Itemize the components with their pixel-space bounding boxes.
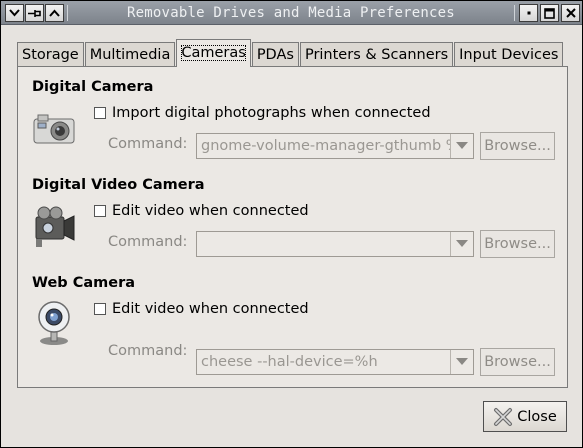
web-camera-command-label: Command: [108,343,188,359]
title-separator [514,5,515,21]
minimize-icon [527,11,530,15]
edit-video-label: Edit video when connected [112,203,309,219]
close-window-button[interactable] [561,4,580,22]
digital-camera-command-combo[interactable]: gnome-volume-manager-gthumb %h [196,133,474,159]
tab-input-devices[interactable]: Input Devices [454,42,564,67]
webcam-edit-video-label: Edit video when connected [112,301,309,317]
web-camera-heading: Web Camera [32,275,136,291]
video-camera-command-combo[interactable] [196,231,474,257]
video-camera-command-label: Command: [108,234,188,250]
maximize-button[interactable] [540,4,559,22]
close-button[interactable]: Close [483,401,567,432]
digital-camera-command-label: Command: [108,136,188,152]
import-photos-row[interactable]: Import digital photographs when connecte… [94,105,431,121]
video-camera-command-value[interactable] [197,232,450,256]
chevron-up-icon [49,9,60,17]
edit-video-checkbox[interactable] [94,205,106,217]
cameras-panel: Digital Camera Import digital photograph… [17,66,568,388]
pin-icon [28,9,41,17]
edit-video-row[interactable]: Edit video when connected [94,203,309,219]
window-title: Removable Drives and Media Preferences [127,5,455,21]
tab-storage[interactable]: Storage [17,42,84,67]
minimize-button[interactable] [519,4,538,22]
video-camera-heading: Digital Video Camera [32,177,205,193]
digital-camera-command-value[interactable]: gnome-volume-manager-gthumb %h [197,134,450,158]
triangle-down-icon [456,142,468,149]
import-photos-label: Import digital photographs when connecte… [112,105,431,121]
title-separator [67,5,68,21]
pin-button[interactable] [25,4,44,22]
webcam-icon [38,301,70,345]
combo-dropdown-button[interactable] [450,134,473,158]
digital-camera-heading: Digital Camera [32,79,154,95]
tab-pdas[interactable]: PDAs [251,42,299,67]
triangle-down-icon [456,358,468,365]
web-camera-command-value[interactable]: cheese --hal-device=%h [197,350,450,374]
video-camera-browse-button[interactable]: Browse... [480,230,555,258]
close-icon [565,8,576,18]
webcam-edit-video-checkbox[interactable] [94,303,106,315]
webcam-edit-video-row[interactable]: Edit video when connected [94,301,309,317]
triangle-down-icon [456,240,468,247]
digital-camera-icon [33,114,75,144]
web-camera-browse-button[interactable]: Browse... [480,348,555,376]
tab-bar: Storage Multimedia Cameras PDAs Printers… [17,39,564,67]
tab-cameras[interactable]: Cameras [176,39,251,67]
title-bar[interactable]: Removable Drives and Media Preferences [1,1,582,25]
tab-printers-scanners[interactable]: Printers & Scanners [299,42,454,67]
chevron-down-icon [9,9,20,17]
window-menu-button[interactable] [5,4,24,22]
preferences-window: Removable Drives and Media Preferences S… [0,0,583,448]
tab-cameras-label: Cameras [181,45,246,61]
video-camera-icon [35,206,75,247]
import-photos-checkbox[interactable] [94,107,106,119]
shade-button[interactable] [45,4,64,22]
close-x-icon [494,407,513,426]
digital-camera-browse-button[interactable]: Browse... [480,132,555,160]
close-button-label: Close [517,408,557,425]
combo-dropdown-button[interactable] [450,232,473,256]
tab-multimedia[interactable]: Multimedia [84,42,176,67]
web-camera-command-combo[interactable]: cheese --hal-device=%h [196,349,474,375]
maximize-icon [544,7,555,19]
combo-dropdown-button[interactable] [450,350,473,374]
